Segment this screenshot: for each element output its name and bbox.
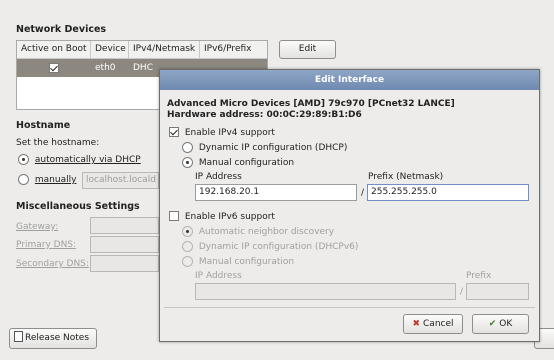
active-on-boot-checkbox[interactable] — [49, 62, 59, 73]
ipv6-manual-label: Manual configuration — [198, 257, 295, 267]
ipv6-prefix-label: Prefix — [466, 271, 492, 281]
col-active-on-boot[interactable]: Active on Boot — [17, 41, 91, 59]
ipv4-prefix-label: Prefix (Netmask) — [368, 172, 444, 182]
ipv6-dhcp-label: Dynamic IP configuration (DHCPv6) — [198, 242, 359, 252]
hostname-auto-option[interactable]: automatically via DHCP — [18, 154, 141, 165]
ipv6-auto-option[interactable]: Automatic neighbor discovery — [182, 226, 334, 237]
cancel-button[interactable]: ✖ Cancel — [403, 314, 463, 334]
ipv6-ip-input[interactable] — [195, 283, 456, 300]
ipv4-ip-label: IP Address — [195, 172, 242, 182]
release-notes-label: Release Notes — [25, 333, 90, 343]
ipv4-ip-input[interactable]: 192.168.20.1 — [195, 184, 357, 201]
ipv4-separator: / — [361, 188, 365, 198]
hostname-auto-label: automatically via DHCP — [34, 155, 141, 165]
ipv6-manual-option[interactable]: Manual configuration — [182, 256, 294, 267]
secondary-dns-label: Secondary DNS: — [16, 259, 89, 269]
device-name: Advanced Micro Devices [AMD] 79c970 [PCn… — [167, 99, 455, 109]
ipv6-dhcp-option[interactable]: Dynamic IP configuration (DHCPv6) — [182, 241, 358, 252]
dialog-titlebar[interactable]: Edit Interface — [160, 70, 539, 90]
ok-button-label: OK — [499, 319, 513, 329]
enable-ipv6-checkbox[interactable] — [169, 211, 179, 221]
ipv6-auto-radio[interactable] — [182, 226, 193, 237]
ipv4-manual-label: Manual configuration — [198, 158, 295, 168]
ipv4-manual-radio[interactable] — [182, 157, 193, 168]
checkmark-icon: ✔ — [488, 319, 497, 329]
col-ipv6[interactable]: IPv6/Prefix — [200, 41, 267, 59]
secondary-dns-input[interactable] — [90, 255, 159, 272]
hostname-manual-option[interactable]: manually — [18, 174, 76, 185]
hostname-manual-label: manually — [34, 175, 77, 185]
dialog-separator — [164, 307, 535, 308]
ipv4-prefix-input[interactable]: 255.255.255.0 — [367, 184, 529, 201]
ipv6-ip-label: IP Address — [195, 271, 242, 281]
ipv6-dhcp-radio[interactable] — [182, 241, 193, 252]
gateway-input[interactable] — [90, 217, 159, 234]
cancel-button-label: Cancel — [423, 319, 454, 329]
table-header: Active on Boot Device IPv4/Netmask IPv6/… — [17, 41, 267, 59]
ipv4-dhcp-label: Dynamic IP configuration (DHCP) — [198, 143, 348, 153]
set-hostname-label: Set the hostname: — [16, 138, 100, 148]
release-notes-button[interactable]: Release Notes — [9, 328, 97, 349]
document-icon — [14, 331, 23, 342]
enable-ipv6-option[interactable]: Enable IPv6 support — [169, 211, 275, 222]
network-devices-title: Network Devices — [16, 24, 107, 35]
ok-button[interactable]: ✔ OK — [472, 314, 529, 334]
hostname-manual-radio[interactable] — [18, 174, 29, 185]
hostname-title: Hostname — [16, 120, 71, 131]
hostname-auto-radio[interactable] — [18, 154, 29, 165]
row-device: eth0 — [95, 63, 116, 73]
primary-dns-input[interactable] — [90, 236, 159, 253]
enable-ipv4-checkbox[interactable] — [169, 127, 179, 137]
ipv4-dhcp-radio[interactable] — [182, 142, 193, 153]
edit-interface-dialog: Edit Interface Advanced Micro Devices [A… — [159, 69, 540, 342]
close-icon: ✖ — [412, 319, 421, 329]
ipv6-prefix-input[interactable] — [466, 283, 529, 300]
misc-settings-title: Miscellaneous Settings — [16, 201, 140, 212]
col-device[interactable]: Device — [91, 41, 129, 59]
enable-ipv4-label: Enable IPv4 support — [184, 127, 275, 138]
edit-button[interactable]: Edit — [279, 40, 336, 59]
col-ipv4[interactable]: IPv4/Netmask — [129, 41, 200, 59]
primary-dns-label: Primary DNS: — [16, 240, 77, 250]
hostname-input[interactable]: localhost.locald — [82, 172, 159, 189]
ipv4-dhcp-option[interactable]: Dynamic IP configuration (DHCP) — [182, 142, 347, 153]
ipv4-manual-option[interactable]: Manual configuration — [182, 157, 294, 168]
gateway-label: Gateway: — [16, 222, 59, 232]
enable-ipv4-option[interactable]: Enable IPv4 support — [169, 127, 275, 138]
ipv6-separator: / — [460, 287, 464, 297]
ipv6-manual-radio[interactable] — [182, 256, 193, 267]
hardware-address: Hardware address: 00:0C:29:89:B1:D6 — [167, 110, 362, 120]
enable-ipv6-label: Enable IPv6 support — [184, 211, 275, 222]
ipv6-auto-label: Automatic neighbor discovery — [198, 227, 335, 237]
